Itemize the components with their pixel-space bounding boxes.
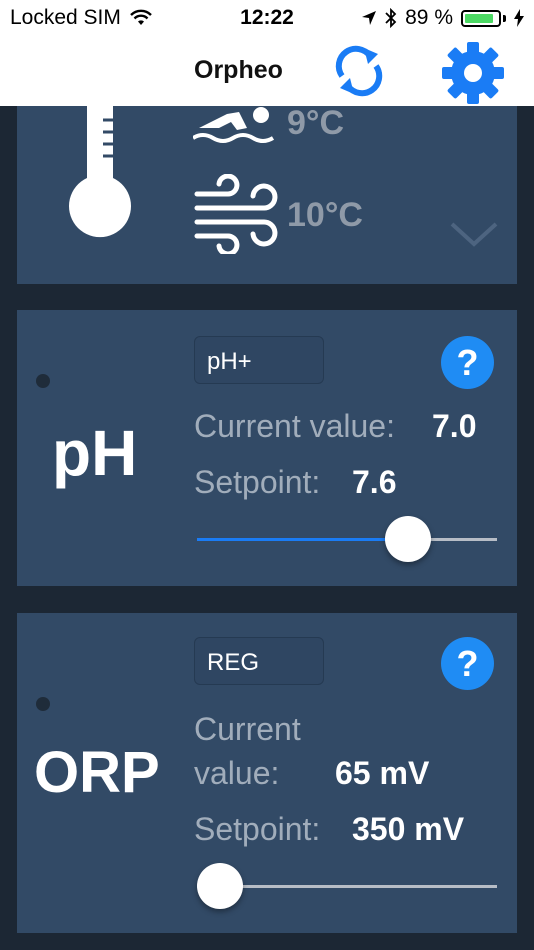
orp-slider-track (220, 885, 497, 888)
orp-current-value: 65 mV (335, 755, 430, 791)
swimmer-icon (193, 107, 275, 143)
ph-card: pH pH+ ? Current value: 7.0 Setpoint: 7.… (17, 310, 517, 586)
ph-title: pH (52, 417, 138, 489)
ph-current-label: Current value: (194, 408, 395, 444)
orp-title: ORP (34, 740, 160, 805)
thermometer-icon (69, 106, 131, 238)
ph-slider-track-active (197, 538, 408, 541)
chevron-down-icon[interactable] (450, 220, 498, 248)
orp-help-button[interactable]: ? (441, 637, 494, 690)
water-temperature: 9°C (287, 104, 345, 142)
orp-current-label-line2: value: (194, 755, 280, 791)
refresh-icon[interactable] (330, 42, 388, 100)
orp-card: ORP REG ? Current value: 65 mV Setpoint:… (17, 613, 517, 933)
temperature-card: 9°C 10°C (17, 104, 517, 284)
air-temperature: 10°C (287, 196, 363, 234)
ph-setpoint-slider[interactable] (197, 516, 497, 562)
wind-icon (194, 174, 278, 254)
ph-setpoint-label: Setpoint: (194, 464, 321, 500)
orp-current-label-line1: Current (194, 711, 301, 747)
location-arrow-icon (362, 11, 377, 25)
status-bar: Locked SIM 12:22 89 % (0, 0, 534, 36)
ph-help-button[interactable]: ? (441, 336, 494, 389)
charging-bolt-icon (514, 9, 524, 27)
orp-mode-selector[interactable]: REG (194, 637, 324, 685)
battery-icon (461, 9, 501, 27)
gear-icon[interactable] (440, 40, 506, 106)
orp-setpoint-label: Setpoint: (194, 811, 321, 847)
battery-tip (503, 14, 506, 22)
orp-setpoint-value: 350 mV (352, 811, 465, 847)
ph-slider-thumb[interactable] (384, 516, 431, 562)
app-title: Orpheo (194, 56, 283, 84)
nav-bar: Orpheo (0, 36, 534, 106)
orp-setpoint-slider[interactable] (197, 863, 497, 909)
ph-setpoint-value: 7.6 (352, 464, 397, 500)
ph-mode-selector[interactable]: pH+ (194, 336, 324, 384)
battery-percent: 89 % (405, 6, 453, 29)
ph-status-led (36, 374, 50, 388)
orp-status-led (36, 697, 50, 711)
ph-current-value: 7.0 (432, 408, 477, 444)
bluetooth-icon (385, 8, 397, 28)
battery-fill (465, 13, 493, 23)
orp-slider-thumb[interactable] (197, 863, 243, 909)
